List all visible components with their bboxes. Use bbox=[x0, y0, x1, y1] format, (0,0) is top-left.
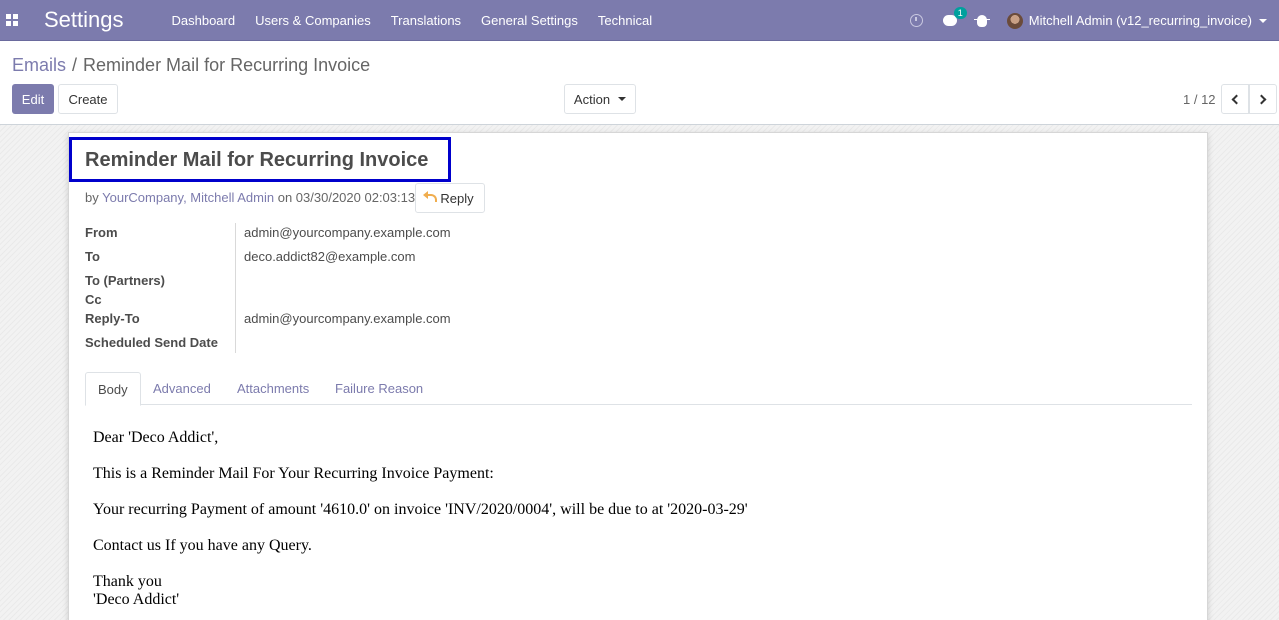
edit-button[interactable]: Edit bbox=[12, 84, 54, 114]
field-label: Reply-To bbox=[85, 311, 140, 326]
field-value: admin@yourcompany.example.com bbox=[244, 311, 451, 326]
chat-counter-badge: 1 bbox=[953, 7, 967, 19]
field-label: Scheduled Send Date bbox=[85, 335, 218, 350]
body-paragraph: Contact us If you have any Query. bbox=[93, 537, 312, 554]
body-sign-off: Thank you bbox=[93, 573, 162, 590]
mail-byline: by YourCompany, Mitchell Admin on 03/30/… bbox=[85, 190, 415, 205]
create-button[interactable]: Create bbox=[58, 84, 118, 114]
tab-failure-reason[interactable]: Failure Reason bbox=[323, 372, 435, 405]
reply-label: Reply bbox=[440, 190, 474, 206]
menu-item-dashboard[interactable]: Dashboard bbox=[162, 13, 246, 28]
reply-button[interactable]: Reply bbox=[415, 183, 485, 213]
notebook-tabs: Body Advanced Attachments Failure Reason bbox=[85, 372, 1192, 406]
bug-icon bbox=[973, 14, 990, 27]
menu-item-general-settings[interactable]: General Settings bbox=[471, 13, 588, 28]
action-dropdown-button[interactable]: Action bbox=[564, 84, 636, 114]
breadcrumb-current: Reminder Mail for Recurring Invoice bbox=[83, 55, 371, 75]
form-view-background: Reminder Mail for Recurring Invoice by Y… bbox=[0, 125, 1279, 620]
mail-subject-title: Reminder Mail for Recurring Invoice bbox=[85, 149, 429, 171]
control-panel: Emails / Reminder Mail for Recurring Invoi… bbox=[0, 41, 1279, 125]
breadcrumb: Emails / Reminder Mail for Recurring Invoi… bbox=[12, 55, 370, 76]
breadcrumb-separator: / bbox=[72, 55, 78, 75]
chevron-right-icon bbox=[1256, 94, 1267, 104]
chevron-left-icon bbox=[1231, 94, 1242, 104]
body-paragraph: This is a Reminder Mail For Your Recurri… bbox=[93, 465, 494, 482]
activity-button[interactable] bbox=[909, 14, 923, 27]
top-navbar: Settings Dashboard Users & Companies Tra… bbox=[0, 0, 1279, 41]
action-label: Action bbox=[573, 91, 611, 107]
pager-value[interactable]: 1 / 12 bbox=[1183, 92, 1216, 107]
main-menu: Dashboard Users & Companies Translations… bbox=[162, 13, 663, 28]
user-name: Mitchell Admin (v12_recurring_invoice) bbox=[1028, 13, 1252, 28]
debug-button[interactable] bbox=[973, 14, 990, 27]
field-label: To bbox=[85, 249, 100, 264]
breadcrumb-emails-link[interactable]: Emails bbox=[12, 55, 66, 75]
menu-item-technical[interactable]: Technical bbox=[588, 13, 662, 28]
app-brand[interactable]: Settings bbox=[44, 7, 124, 33]
field-value: admin@yourcompany.example.com bbox=[244, 225, 451, 240]
mail-date: on 03/30/2020 02:03:13 bbox=[277, 190, 416, 205]
clock-icon bbox=[909, 14, 923, 27]
body-greeting: Dear 'Deco Addict', bbox=[93, 429, 219, 446]
reply-icon bbox=[423, 191, 438, 202]
tab-advanced[interactable]: Advanced bbox=[141, 372, 223, 405]
messaging-button[interactable]: 1 bbox=[942, 7, 967, 26]
tab-attachments[interactable]: Attachments bbox=[225, 372, 321, 405]
menu-item-translations[interactable]: Translations bbox=[381, 13, 471, 28]
field-value: deco.addict82@example.com bbox=[244, 249, 416, 264]
field-label: From bbox=[85, 225, 118, 240]
pager-previous-button[interactable] bbox=[1221, 84, 1249, 114]
avatar bbox=[1006, 12, 1023, 29]
form-sheet: Reminder Mail for Recurring Invoice by Y… bbox=[68, 132, 1208, 620]
tab-body[interactable]: Body bbox=[85, 372, 141, 406]
mail-authors-link[interactable]: YourCompany, Mitchell Admin bbox=[102, 190, 274, 205]
field-label: Cc bbox=[85, 292, 102, 307]
apps-menu-icon[interactable] bbox=[0, 0, 24, 41]
menu-item-users-companies[interactable]: Users & Companies bbox=[245, 13, 381, 28]
body-paragraph: Your recurring Payment of amount '4610.0… bbox=[93, 501, 748, 518]
navbar-systray: 1 Mitchell Admin (v12_recurring_invoice) bbox=[909, 0, 1279, 41]
body-signature: 'Deco Addict' bbox=[93, 591, 180, 608]
field-divider bbox=[235, 223, 236, 353]
chevron-down-icon bbox=[1259, 18, 1267, 23]
field-label: To (Partners) bbox=[85, 273, 165, 288]
pager-next-button[interactable] bbox=[1249, 84, 1277, 114]
caret-down-icon bbox=[618, 97, 627, 101]
user-menu[interactable]: Mitchell Admin (v12_recurring_invoice) bbox=[1006, 12, 1267, 29]
byline-prefix: by bbox=[85, 190, 99, 205]
